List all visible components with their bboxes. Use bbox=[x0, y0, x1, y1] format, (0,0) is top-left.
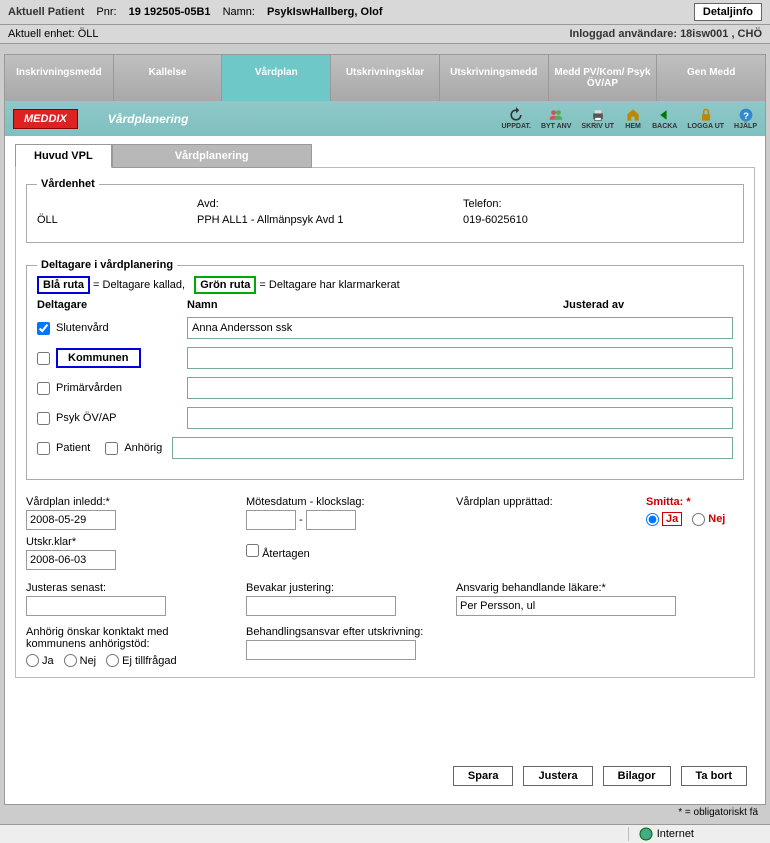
refresh-button[interactable]: UPPDAT. bbox=[502, 107, 531, 130]
footnote: * = obligatoriskt fä bbox=[4, 805, 766, 820]
ansvarig-label: Ansvarig behandlande läkare:* bbox=[456, 582, 744, 594]
avd-label: Avd: bbox=[197, 198, 463, 210]
vardenhet-legend: Vårdenhet bbox=[37, 178, 99, 190]
blue-note: = Deltagare kallad, bbox=[93, 279, 185, 291]
motesdatum-label: Mötesdatum - klockslag: bbox=[246, 496, 426, 508]
label-kommunen: Kommunen bbox=[56, 348, 141, 368]
bevakar-input[interactable] bbox=[246, 596, 396, 616]
back-button[interactable]: BACKA bbox=[652, 107, 677, 130]
behandling-input[interactable] bbox=[246, 640, 416, 660]
tab-vardplan[interactable]: Vårdplan bbox=[222, 55, 331, 101]
pnr-value: 19 192505-05B1 bbox=[129, 6, 211, 18]
klockslag-input[interactable] bbox=[306, 510, 356, 530]
tab-kallelse[interactable]: Kallelse bbox=[114, 55, 223, 101]
name-kommunen-input[interactable] bbox=[187, 347, 733, 369]
label-psyk: Psyk ÖV/AP bbox=[56, 412, 117, 424]
logged-in-user: Inloggad användare: 18isw001 , CHÖ bbox=[569, 28, 762, 40]
lock-icon bbox=[697, 107, 715, 123]
label-anhorig: Anhörig bbox=[124, 442, 162, 454]
detail-button[interactable]: Detaljinfo bbox=[694, 3, 762, 21]
label-slutenvard: Slutenvård bbox=[56, 322, 109, 334]
status-internet: Internet bbox=[628, 827, 704, 841]
checkbox-atertagen[interactable] bbox=[246, 544, 259, 557]
globe-icon bbox=[639, 827, 653, 841]
name-patient-input[interactable] bbox=[172, 437, 733, 459]
tel-value: 019-6025610 bbox=[463, 214, 733, 226]
name-primarvarden-input[interactable] bbox=[187, 377, 733, 399]
patient-label: Aktuell Patient bbox=[8, 6, 84, 18]
logo: MEDDIX bbox=[13, 109, 78, 129]
atertagen-label: Återtagen bbox=[262, 548, 310, 560]
pnr-label: Pnr: bbox=[96, 6, 116, 18]
justeras-label: Justeras senast: bbox=[26, 582, 216, 594]
home-icon bbox=[624, 107, 642, 123]
tab-medd-pv-kom[interactable]: Medd PV/Kom/ Psyk ÖV/AP bbox=[549, 55, 658, 101]
tab-gen-medd[interactable]: Gen Medd bbox=[657, 55, 765, 101]
col-justerad: Justerad av bbox=[563, 299, 733, 311]
radio-smitta-nej[interactable] bbox=[692, 513, 705, 526]
printer-icon bbox=[589, 107, 607, 123]
upprättad-label: Vårdplan upprättad: bbox=[456, 496, 616, 508]
checkbox-psyk[interactable] bbox=[37, 412, 50, 425]
tab-utskrivningsklar[interactable]: Utskrivningsklar bbox=[331, 55, 440, 101]
users-icon bbox=[547, 107, 565, 123]
checkbox-primarvarden[interactable] bbox=[37, 382, 50, 395]
name-slutenvard-input[interactable] bbox=[187, 317, 733, 339]
logout-button[interactable]: LOGGA UT bbox=[687, 107, 724, 130]
smitta-label: Smitta: * bbox=[646, 496, 725, 508]
col-deltagare: Deltagare bbox=[37, 299, 187, 311]
name-psyk-input[interactable] bbox=[187, 407, 733, 429]
tab-inskrivningsmedd[interactable]: Inskrivningsmedd bbox=[5, 55, 114, 101]
blue-box-label: Blå ruta bbox=[37, 276, 90, 294]
label-primarvarden: Primärvården bbox=[56, 382, 122, 394]
utskrklar-input[interactable] bbox=[26, 550, 116, 570]
name-value: PsykIswHallberg, Olof bbox=[267, 6, 383, 18]
radio-smitta-ja[interactable] bbox=[646, 513, 659, 526]
justera-button[interactable]: Justera bbox=[523, 766, 592, 786]
justeras-input[interactable] bbox=[26, 596, 166, 616]
avd-value: PPH ALL1 - Allmänpsyk Avd 1 bbox=[197, 214, 463, 226]
inledd-input[interactable] bbox=[26, 510, 116, 530]
svg-text:?: ? bbox=[743, 111, 749, 122]
switch-user-button[interactable]: BYT ANV bbox=[541, 107, 571, 130]
behandling-label: Behandlingsansvar efter utskrivning: bbox=[246, 626, 426, 638]
unit-label: Aktuell enhet: ÖLL bbox=[8, 28, 99, 40]
checkbox-slutenvard[interactable] bbox=[37, 322, 50, 335]
inledd-label: Vårdplan inledd:* bbox=[26, 496, 216, 508]
label-patient: Patient bbox=[56, 442, 90, 454]
save-button[interactable]: Spara bbox=[453, 766, 514, 786]
deltagare-legend: Deltagare i vårdplanering bbox=[37, 259, 177, 271]
bilagor-button[interactable]: Bilagor bbox=[603, 766, 671, 786]
inner-tab-plan[interactable]: Vårdplanering bbox=[112, 144, 312, 168]
tab-utskrivningsmedd[interactable]: Utskrivningsmedd bbox=[440, 55, 549, 101]
delete-button[interactable]: Ta bort bbox=[681, 766, 747, 786]
green-note: = Deltagare har klarmarkerat bbox=[259, 279, 399, 291]
smitta-ja-label: Ja bbox=[662, 512, 682, 526]
back-arrow-icon bbox=[656, 107, 674, 123]
name-label: Namn: bbox=[223, 6, 255, 18]
checkbox-kommunen[interactable] bbox=[37, 352, 50, 365]
smitta-nej-label: Nej bbox=[708, 513, 725, 525]
print-button[interactable]: SKRIV UT bbox=[581, 107, 614, 130]
green-box-label: Grön ruta bbox=[194, 276, 256, 294]
page-title: Vårdplanering bbox=[108, 112, 189, 126]
utskrklar-label: Utskr.klar* bbox=[26, 536, 216, 548]
inner-tab-huvud[interactable]: Huvud VPL bbox=[15, 144, 112, 168]
radio-ak-ja[interactable] bbox=[26, 654, 39, 667]
checkbox-patient[interactable] bbox=[37, 442, 50, 455]
radio-ak-nej[interactable] bbox=[64, 654, 77, 667]
radio-ak-ej[interactable] bbox=[106, 654, 119, 667]
home-button[interactable]: HEM bbox=[624, 107, 642, 130]
help-button[interactable]: ? HJÄLP bbox=[734, 107, 757, 130]
refresh-icon bbox=[507, 107, 525, 123]
anhorig-kontakt-label: Anhörig önskar konktakt med kommunens an… bbox=[26, 626, 216, 650]
checkbox-anhorig[interactable] bbox=[105, 442, 118, 455]
ansvarig-input[interactable] bbox=[456, 596, 676, 616]
motesdatum-input[interactable] bbox=[246, 510, 296, 530]
col-namn: Namn bbox=[187, 299, 563, 311]
tel-label: Telefon: bbox=[463, 198, 733, 210]
help-icon: ? bbox=[737, 107, 755, 123]
bevakar-label: Bevakar justering: bbox=[246, 582, 426, 594]
unit-value: ÖLL bbox=[37, 214, 197, 226]
